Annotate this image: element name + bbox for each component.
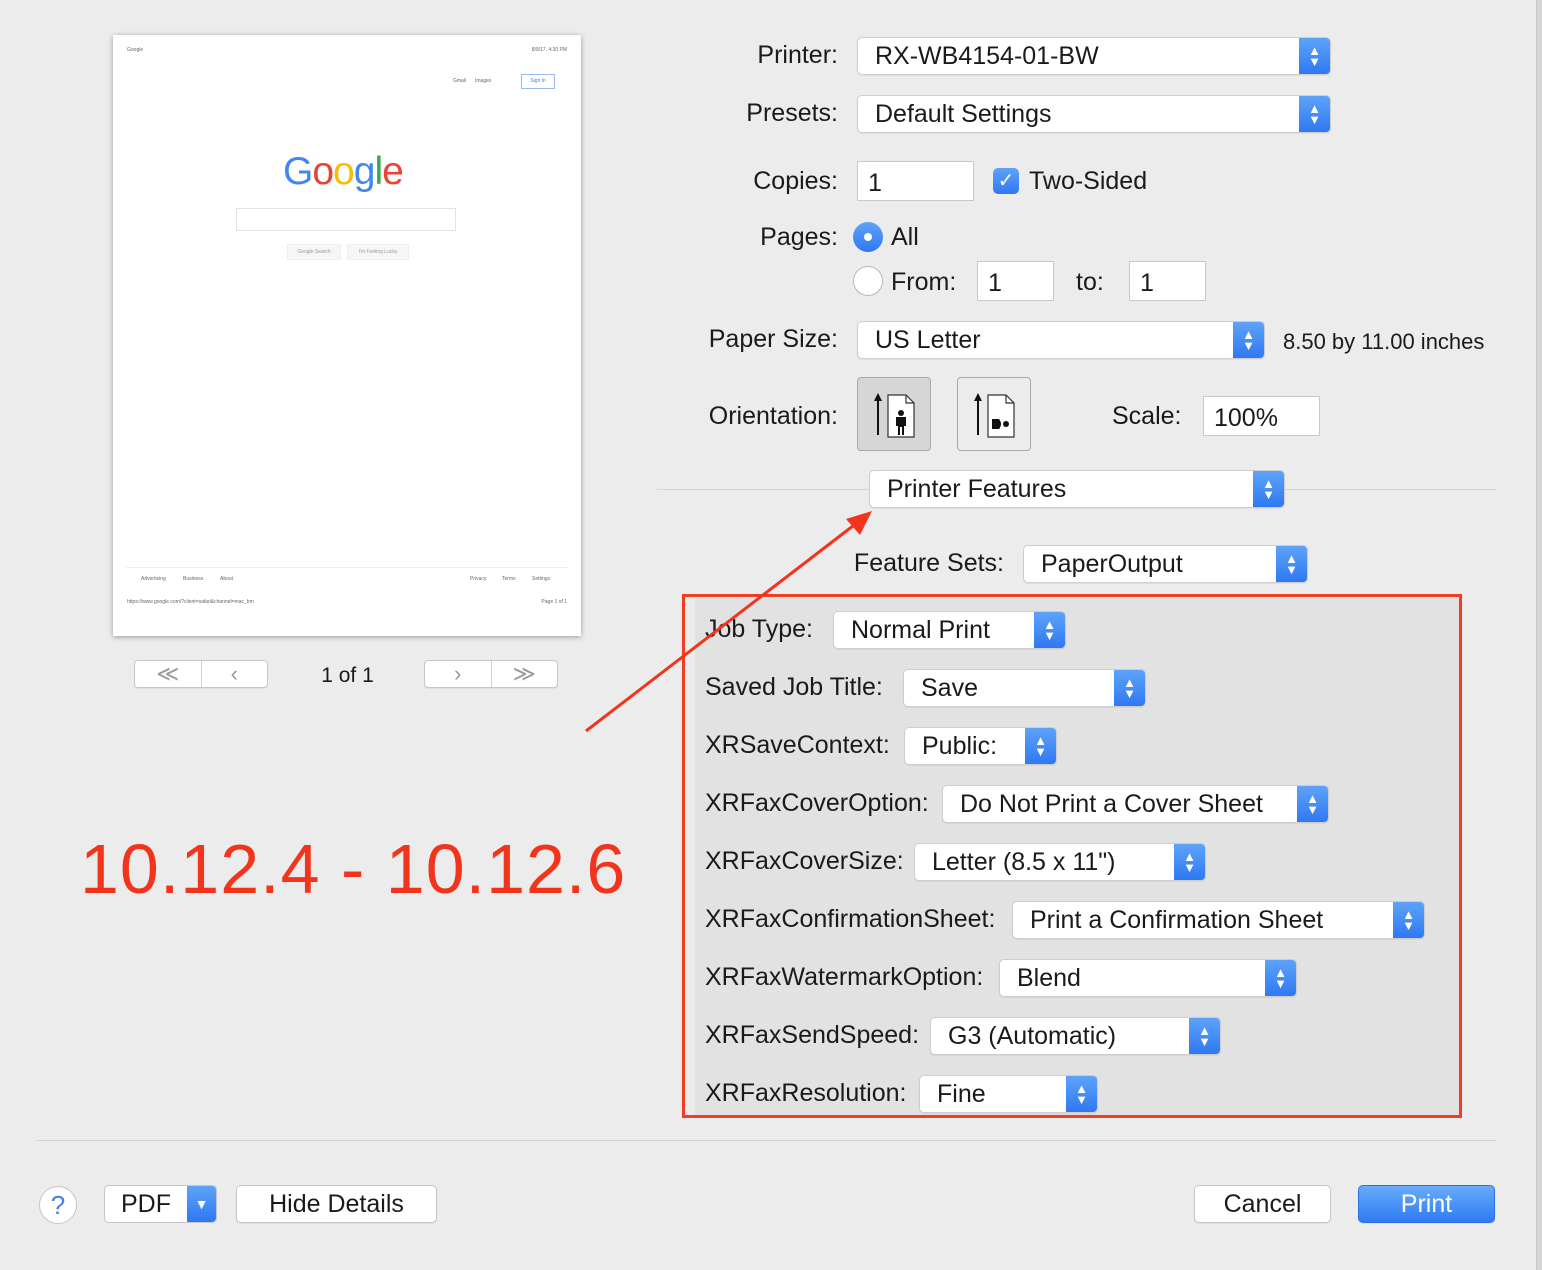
printer-value: RX-WB4154-01-BW xyxy=(875,41,1099,70)
section-select[interactable]: Printer Features ▲ ▼ xyxy=(869,470,1285,508)
paper-size-select[interactable]: US Letter ▲ ▼ xyxy=(857,321,1265,359)
footer-divider xyxy=(37,1140,1497,1141)
preview-header-left: Google xyxy=(127,47,144,53)
pager-back-group: ≪ ‹ xyxy=(134,660,268,688)
updown-chevron-icon: ▲ ▼ xyxy=(1276,546,1307,582)
annotation-version-text: 10.12.4 - 10.12.6 xyxy=(80,830,627,908)
presets-value: Default Settings xyxy=(875,99,1052,128)
logo-letter: l xyxy=(374,150,383,193)
preview-lucky-button: I'm Feeling Lucky xyxy=(347,244,409,260)
two-sided-label: Two-Sided xyxy=(1029,167,1148,195)
feature-sets-value: PaperOutput xyxy=(1041,549,1183,578)
previous-page-button[interactable]: ‹ xyxy=(200,661,268,687)
two-sided-checkbox[interactable]: ✓ xyxy=(993,168,1019,194)
printer-select[interactable]: RX-WB4154-01-BW ▲ ▼ xyxy=(857,37,1331,75)
pages-to-label: to: xyxy=(1076,268,1104,296)
logo-letter: G xyxy=(283,150,313,193)
section-value: Printer Features xyxy=(887,474,1067,503)
portrait-icon xyxy=(874,393,915,438)
cancel-button[interactable]: Cancel xyxy=(1194,1185,1331,1223)
updown-chevron-icon: ▲ ▼ xyxy=(1253,471,1284,507)
preview-sign-in: Sign in xyxy=(521,74,555,89)
print-button[interactable]: Print xyxy=(1358,1185,1495,1223)
updown-chevron-icon: ▲ ▼ xyxy=(1299,38,1330,74)
updown-chevron-icon: ▲ ▼ xyxy=(1233,322,1264,358)
print-preview-page: Google 8/9/17, 4:30 PM Gmail Images Sign… xyxy=(113,35,581,636)
preview-header-right: 8/9/17, 4:30 PM xyxy=(531,47,567,53)
preview-footer-privacy: Privacy xyxy=(470,576,487,582)
feature-sets-select[interactable]: PaperOutput ▲ ▼ xyxy=(1023,545,1308,583)
pdf-label: PDF xyxy=(121,1189,171,1218)
pages-all-label: All xyxy=(891,223,919,251)
preview-search-box xyxy=(236,208,456,231)
scale-input[interactable]: 100% xyxy=(1203,396,1320,436)
presets-label: Presets: xyxy=(746,99,838,127)
chevron-down-icon: ▼ xyxy=(187,1186,216,1222)
logo-letter: o xyxy=(312,150,334,193)
preview-google-logo: Google xyxy=(283,150,404,194)
preview-footer-divider xyxy=(126,567,568,568)
help-button[interactable]: ? xyxy=(39,1186,77,1224)
pager-forward-group: › ≫ xyxy=(424,660,558,688)
last-page-button[interactable]: ≫ xyxy=(490,661,558,687)
updown-chevron-icon: ▲ ▼ xyxy=(1299,96,1330,132)
paper-size-value: US Letter xyxy=(875,325,981,354)
landscape-icon xyxy=(974,393,1015,438)
paper-size-dimensions: 8.50 by 11.00 inches xyxy=(1283,329,1485,354)
pages-label: Pages: xyxy=(760,223,838,251)
copies-label: Copies: xyxy=(753,167,838,195)
preview-search-button: Google Search xyxy=(287,244,341,260)
portrait-orientation-button[interactable] xyxy=(857,377,931,451)
annotation-arrow xyxy=(585,511,872,733)
pages-from-input[interactable]: 1 xyxy=(977,261,1054,301)
copies-input[interactable]: 1 xyxy=(857,161,974,201)
hide-details-button[interactable]: Hide Details xyxy=(236,1185,437,1223)
preview-url: https://www.google.com/?client=safari&ch… xyxy=(127,599,254,605)
orientation-label: Orientation: xyxy=(708,402,838,430)
pages-from-label: From: xyxy=(891,268,957,296)
preview-link-images: Images xyxy=(475,78,492,84)
window-edge xyxy=(1536,0,1542,1270)
printer-label: Printer: xyxy=(757,41,838,69)
logo-letter: o xyxy=(333,150,355,193)
page-indicator: 1 of 1 xyxy=(321,664,374,687)
scale-label: Scale: xyxy=(1112,402,1182,430)
presets-select[interactable]: Default Settings ▲ ▼ xyxy=(857,95,1331,133)
preview-footer-terms: Terms xyxy=(502,576,516,582)
preview-footer-business: Business xyxy=(183,576,204,582)
preview-footer-advertising: Advertising xyxy=(141,576,166,582)
logo-letter: e xyxy=(382,150,404,193)
logo-letter: g xyxy=(353,150,376,193)
pages-to-input[interactable]: 1 xyxy=(1129,261,1206,301)
preview-footer-settings: Settings xyxy=(532,576,551,582)
preview-footer-about: About xyxy=(220,576,234,582)
pages-from-radio[interactable] xyxy=(853,266,883,296)
landscape-orientation-button[interactable] xyxy=(957,377,1031,451)
paper-size-label: Paper Size: xyxy=(708,325,838,353)
first-page-button[interactable]: ≪ xyxy=(135,661,201,687)
next-page-button[interactable]: › xyxy=(425,661,491,687)
preview-link-gmail: Gmail xyxy=(453,78,467,84)
pdf-menu-button[interactable]: PDF ▼ xyxy=(104,1185,217,1223)
pages-all-radio[interactable] xyxy=(853,222,883,252)
preview-page-label: Page 1 of 1 xyxy=(541,599,567,605)
